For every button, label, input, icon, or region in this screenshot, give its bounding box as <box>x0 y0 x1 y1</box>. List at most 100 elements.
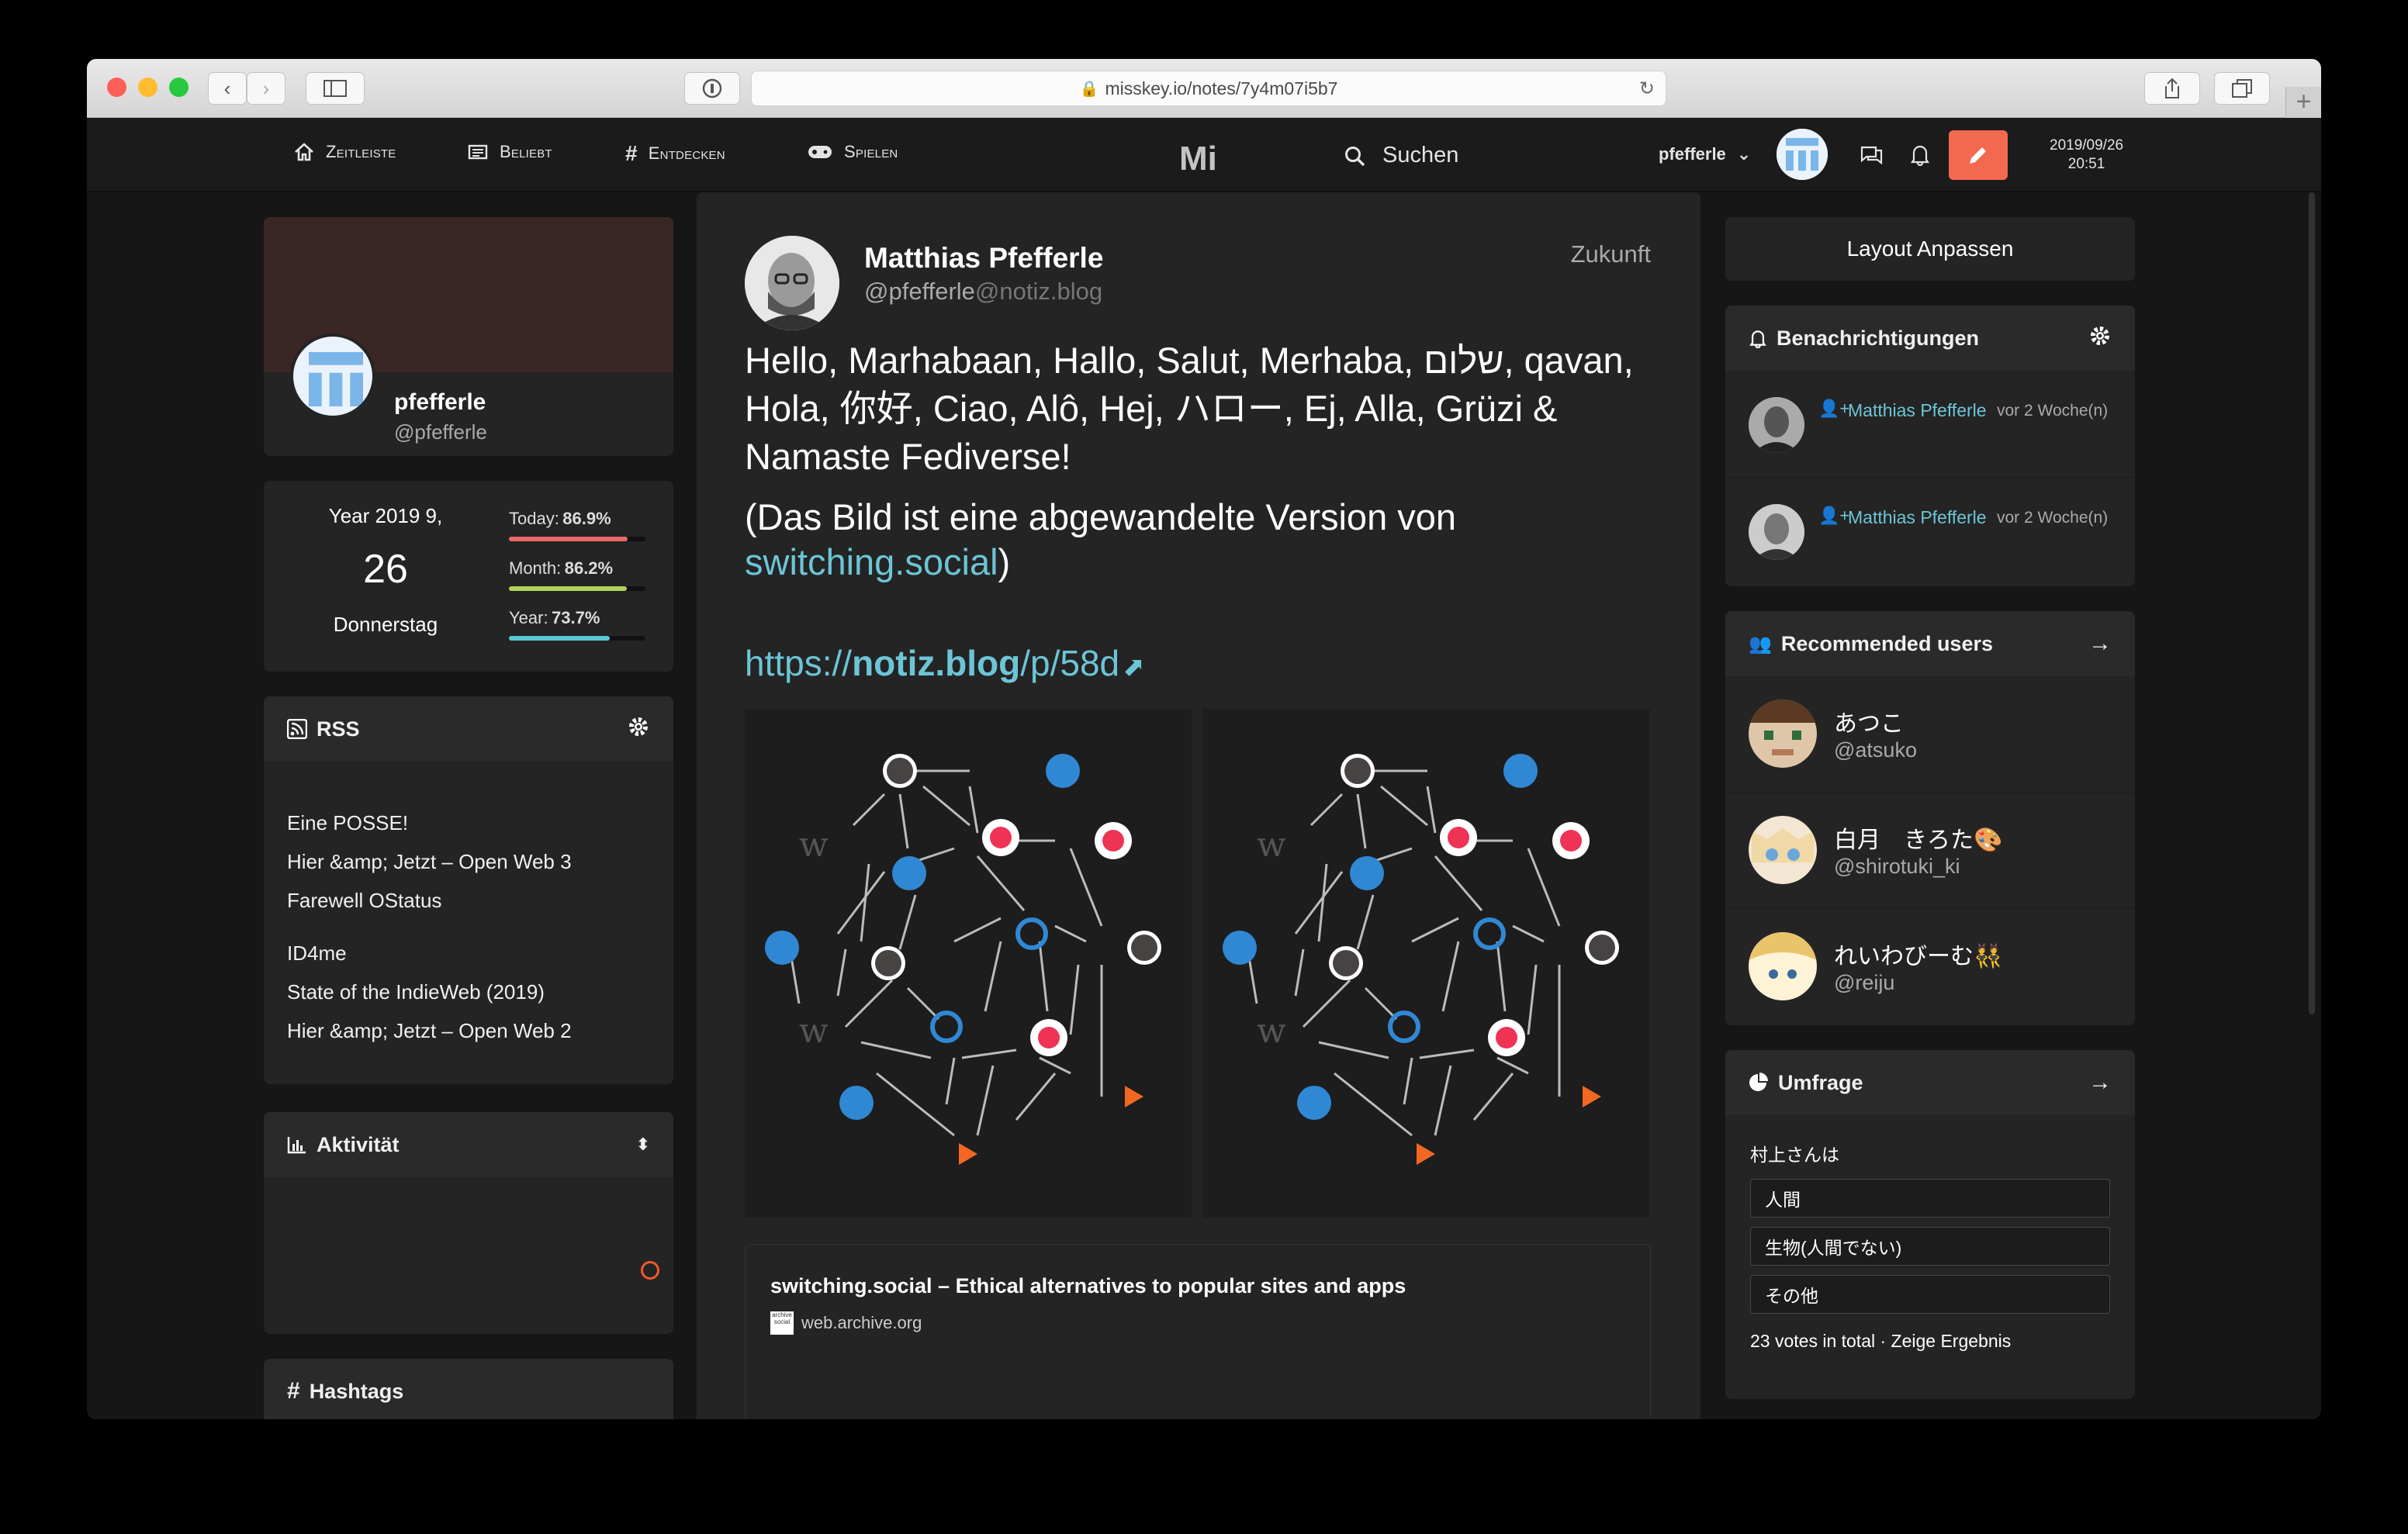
gear-icon[interactable] <box>627 715 650 744</box>
profile-name[interactable]: pfefferle <box>394 389 486 416</box>
gamepad-icon <box>808 146 832 158</box>
new-tab-button[interactable]: + <box>2285 87 2321 118</box>
poll-option[interactable]: その他 <box>1750 1275 2110 1314</box>
share-button[interactable] <box>2144 72 2200 105</box>
bell-icon <box>1749 330 1766 348</box>
activity-title: Aktivität <box>317 1132 400 1156</box>
notification-user[interactable]: Matthias Pfefferle <box>1848 507 1987 528</box>
notifications-widget: Benachrichtigungen 👤+ Matthias Pfefferle… <box>1725 306 2135 586</box>
poll-question: 村上さんは <box>1750 1145 1839 1165</box>
author-host: @notiz.blog <box>974 278 1103 305</box>
notification-item[interactable]: 👤+ Matthias Pfefferle vor 2 Woche(n) <box>1725 371 2135 478</box>
notifications-title: Benachrichtigungen <box>1777 326 1980 350</box>
calendar-weekday: Donnerstag <box>333 613 438 636</box>
rss-item[interactable]: ID4me <box>287 941 347 966</box>
nav-explore-label: Entdecken <box>648 143 725 163</box>
nav-timeline[interactable]: Zeitleiste <box>293 141 396 163</box>
pencil-icon <box>1970 147 1986 164</box>
note-timestamp[interactable]: Zukunft <box>1571 240 1651 268</box>
minimize-window-button[interactable] <box>138 78 157 97</box>
user-handle: @atsuko <box>1834 738 1917 762</box>
poll-footer[interactable]: 23 votes in total · Zeige Ergebnis <box>1750 1331 2011 1352</box>
today-fill <box>509 537 628 541</box>
note-detail: Matthias Pfefferle @pfefferle@notiz.blog… <box>697 192 1700 1419</box>
follow-icon: 👤+ <box>1818 506 1850 525</box>
switching-social-link[interactable]: switching.social <box>745 541 998 582</box>
notification-item[interactable]: 👤+ Matthias Pfefferle vor 2 Woche(n) <box>1725 478 2135 585</box>
note-image[interactable]: ww <box>1202 709 1649 1218</box>
rss-item[interactable]: Farewell OStatus <box>287 889 441 913</box>
url-preview-card[interactable]: switching.social – Ethical alternatives … <box>745 1244 1651 1419</box>
user-handle: @shirotuki_ki <box>1834 855 1960 878</box>
search-button[interactable]: Suchen <box>1344 143 1458 168</box>
user-name: あつこ <box>1834 711 1904 737</box>
rss-header: RSS <box>264 696 673 762</box>
arrow-right-icon[interactable]: → <box>2088 1069 2112 1096</box>
author-avatar[interactable] <box>745 236 839 330</box>
notification-avatar <box>1749 504 1804 560</box>
close-window-button[interactable] <box>107 78 126 97</box>
nav-games[interactable]: Spielen <box>807 141 898 163</box>
forward-button[interactable]: › <box>247 72 285 105</box>
header-avatar[interactable] <box>1777 129 1828 180</box>
password-button[interactable] <box>684 72 740 105</box>
customize-layout-button[interactable]: Layout Anpassen <box>1725 217 2135 281</box>
rss-item[interactable]: Hier &amp; Jetzt – Open Web 2 <box>287 1019 572 1043</box>
note-image[interactable]: ww <box>745 709 1192 1218</box>
person-photo-icon <box>745 236 839 330</box>
profile-handle: @pfefferle <box>394 420 487 444</box>
recommended-user[interactable]: 白月 きろた🎨 @shirotuki_ki <box>1725 793 2135 909</box>
notifications-header: Benachrichtigungen <box>1725 306 2135 371</box>
rss-item[interactable]: State of the IndieWeb (2019) <box>287 980 545 1004</box>
sort-icon[interactable]: ⬍ <box>636 1135 650 1155</box>
reload-icon[interactable]: ↻ <box>1639 78 1655 100</box>
author-name[interactable]: Matthias Pfefferle <box>864 242 1103 275</box>
rss-title: RSS <box>317 717 360 741</box>
calendar-widget: Year 2019 9, 26 Donnerstag Today: 86.9% … <box>264 481 673 672</box>
note-url-link[interactable]: https://notiz.blog/p/58d ⬈ <box>745 642 1145 684</box>
poll-option[interactable]: 生物(人間でない) <box>1750 1227 2110 1266</box>
poll-option[interactable]: 人間 <box>1750 1179 2110 1218</box>
notification-user[interactable]: Matthias Pfefferle <box>1848 400 1987 421</box>
preview-site: web.archive.org <box>801 1313 922 1332</box>
year-label: Year: <box>509 608 548 627</box>
rss-item[interactable]: Eine POSSE! <box>287 811 408 835</box>
profile-widget: pfefferle @pfefferle <box>264 217 673 456</box>
zoom-window-button[interactable] <box>169 78 189 97</box>
recommended-user[interactable]: あつこ @atsuko <box>1725 676 2135 793</box>
nav-explore[interactable]: # Entdecken <box>625 141 725 166</box>
account-name: pfefferle <box>1659 144 1726 164</box>
poll-header: Umfrage → <box>1725 1050 2135 1115</box>
header-clock: 2019/09/26 20:51 <box>2050 136 2123 174</box>
note-text: Hello, Marhabaan, Hallo, Salut, Merhaba,… <box>745 340 1634 477</box>
sidebar-toggle-button[interactable] <box>306 72 365 105</box>
profile-avatar[interactable] <box>290 333 375 419</box>
page-scrollbar[interactable] <box>2309 192 2315 1014</box>
bell-icon[interactable] <box>1910 143 1930 170</box>
today-label: Today: <box>509 509 559 528</box>
header-time: 20:51 <box>2067 156 2105 172</box>
arrow-right-icon[interactable]: → <box>2088 631 2112 657</box>
calendar-day: 26 <box>363 547 408 592</box>
home-icon <box>295 143 313 161</box>
nav-popular[interactable]: Beliebt <box>467 141 552 163</box>
gear-icon[interactable] <box>2088 324 2112 353</box>
messaging-icon[interactable] <box>1859 143 1884 170</box>
identicon-icon <box>1777 129 1828 180</box>
sidebar-icon <box>323 80 347 97</box>
nav-popular-label: Beliebt <box>500 142 552 161</box>
recommended-title: Recommended users <box>1780 631 1993 655</box>
misskey-logo[interactable]: Mi <box>1179 140 1217 178</box>
rss-item[interactable]: Hier &amp; Jetzt – Open Web 3 <box>287 850 572 874</box>
user-avatar <box>1749 816 1817 884</box>
back-button[interactable]: ‹ <box>208 72 247 105</box>
address-bar[interactable]: 🔒 misskey.io/notes/7y4m07i5b7 ↻ <box>751 71 1666 106</box>
recommended-user[interactable]: れいわびーむ👯 @reiju <box>1725 909 2135 1025</box>
compose-note-button[interactable] <box>1949 130 2008 180</box>
tabs-overview-button[interactable] <box>2214 72 2270 105</box>
svg-text:w: w <box>1257 1011 1286 1051</box>
lock-icon: 🔒 <box>1079 80 1099 98</box>
account-menu[interactable]: pfefferle ⌄ <box>1659 144 1751 164</box>
nav-timeline-label: Zeitleiste <box>326 142 396 161</box>
search-icon <box>1345 146 1365 166</box>
